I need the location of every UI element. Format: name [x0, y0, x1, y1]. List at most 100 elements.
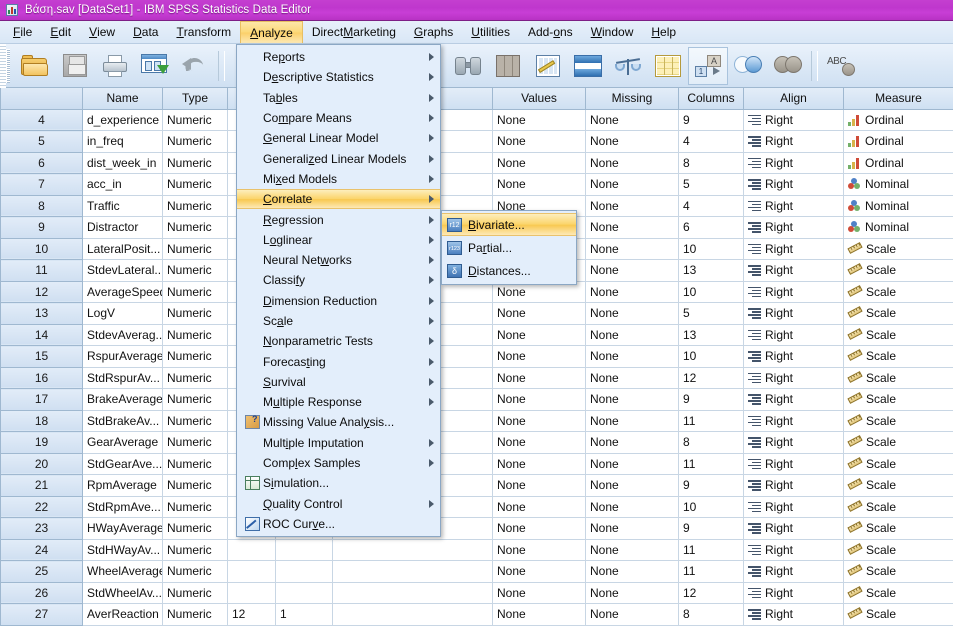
analyze-menu-item-classify[interactable]: Classify: [237, 270, 440, 290]
variable-columns-cell[interactable]: 9: [678, 109, 744, 131]
analyze-menu-item-multiple-response[interactable]: Multiple Response: [237, 392, 440, 412]
variable-name-cell[interactable]: AverReaction: [82, 603, 163, 626]
insert-variable-button[interactable]: [528, 47, 568, 85]
row-number-cell[interactable]: 25: [0, 560, 83, 583]
split-file-button[interactable]: [568, 47, 608, 85]
table-row[interactable]: 6 dist_week_in Numeric None None 8 Right Ordina…: [0, 151, 953, 174]
variable-measure-cell[interactable]: Scale: [843, 324, 953, 346]
variable-columns-cell[interactable]: 9: [678, 388, 744, 411]
variable-width-cell[interactable]: 12: [227, 603, 276, 626]
variable-columns-cell[interactable]: 13: [678, 259, 744, 282]
variable-label-cell[interactable]: [332, 582, 493, 604]
variable-align-cell[interactable]: Right: [743, 130, 844, 153]
variable-columns-cell[interactable]: 9: [678, 474, 744, 497]
row-number-cell[interactable]: 16: [0, 366, 83, 389]
variable-decimals-cell[interactable]: [275, 539, 333, 561]
analyze-dropdown-menu[interactable]: Reports Descriptive Statistics Tables Compa…: [236, 44, 441, 538]
variable-missing-cell[interactable]: None: [585, 281, 679, 303]
toolbar-grip[interactable]: [6, 48, 10, 83]
table-row[interactable]: 20 StdGearAve... Numeric None None 11 Right Sca…: [0, 452, 953, 475]
menu-graphs[interactable]: Graphs: [405, 21, 462, 43]
row-number-cell[interactable]: 14: [0, 323, 83, 346]
table-row[interactable]: 14 StdevAverag... Numeric None None 13 Right Sc…: [0, 323, 953, 346]
analyze-menu-item-quality-control[interactable]: Quality Control: [237, 494, 440, 514]
variable-name-cell[interactable]: BrakeAverage: [82, 388, 163, 411]
open-file-button[interactable]: [15, 47, 55, 85]
variable-columns-cell[interactable]: 4: [678, 195, 744, 217]
variable-type-cell[interactable]: Numeric: [162, 410, 228, 432]
variable-name-cell[interactable]: RspurAverage: [82, 345, 163, 368]
variable-missing-cell[interactable]: None: [585, 517, 679, 540]
use-variable-sets-button[interactable]: [728, 47, 768, 85]
variable-missing-cell[interactable]: None: [585, 302, 679, 325]
variable-values-cell[interactable]: None: [492, 474, 586, 497]
table-row[interactable]: 17 BrakeAverage Numeric None None 9 Right Scale: [0, 388, 953, 411]
variable-measure-cell[interactable]: Scale: [843, 517, 953, 540]
column-header-values[interactable]: Values: [492, 88, 586, 110]
variable-columns-cell[interactable]: 9: [678, 517, 744, 540]
variable-columns-cell[interactable]: 8: [678, 431, 744, 454]
variable-name-cell[interactable]: HWayAverage: [82, 517, 163, 540]
variable-align-cell[interactable]: Right: [743, 431, 844, 454]
variable-name-cell[interactable]: StdBrakeAv...: [82, 410, 163, 432]
variable-values-cell[interactable]: None: [492, 109, 586, 131]
value-labels-button[interactable]: [688, 46, 728, 85]
variable-align-cell[interactable]: Right: [743, 388, 844, 411]
variable-type-cell[interactable]: Numeric: [162, 367, 228, 389]
column-header-rownum[interactable]: [0, 88, 83, 110]
analyze-menu-item-roc-curve[interactable]: ROC Curve...: [237, 514, 440, 534]
column-header-type[interactable]: Type: [162, 88, 228, 110]
variable-align-cell[interactable]: Right: [743, 195, 844, 217]
variable-values-cell[interactable]: None: [492, 517, 586, 540]
variable-missing-cell[interactable]: None: [585, 474, 679, 497]
row-number-cell[interactable]: 4: [0, 108, 83, 131]
menu-file[interactable]: File: [4, 21, 41, 43]
analyze-menu-item-tables[interactable]: Tables: [237, 88, 440, 108]
variable-measure-cell[interactable]: Nominal: [843, 216, 953, 239]
row-number-cell[interactable]: 6: [0, 151, 83, 174]
table-row[interactable]: 13 LogV Numeric None None 5 Right Scale: [0, 302, 953, 325]
variable-values-cell[interactable]: None: [492, 560, 586, 583]
analyze-menu-item-forecasting[interactable]: Forecasting: [237, 351, 440, 371]
analyze-menu-item-scale[interactable]: Scale: [237, 311, 440, 331]
select-cases-button[interactable]: [648, 47, 688, 85]
table-row[interactable]: 16 StdRspurAv... Numeric None None 12 Right Sca…: [0, 366, 953, 389]
variable-align-cell[interactable]: Right: [743, 410, 844, 432]
variable-columns-cell[interactable]: 12: [678, 582, 744, 604]
variable-type-cell[interactable]: Numeric: [162, 560, 228, 583]
row-number-cell[interactable]: 11: [0, 259, 83, 282]
menu-edit[interactable]: Edit: [41, 21, 80, 43]
variable-name-cell[interactable]: StdRspurAv...: [82, 367, 163, 389]
menu-analyze[interactable]: Analyze: [240, 21, 303, 43]
variable-missing-cell[interactable]: None: [585, 453, 679, 475]
variable-values-cell[interactable]: None: [492, 367, 586, 389]
table-row[interactable]: 25 WheelAverage Numeric None None 11 Right Scal…: [0, 560, 953, 583]
variable-align-cell[interactable]: Right: [743, 109, 844, 131]
variable-type-cell[interactable]: Numeric: [162, 195, 228, 217]
correlate-submenu-item-partial[interactable]: Partial...: [442, 236, 576, 259]
variable-columns-cell[interactable]: 10: [678, 496, 744, 518]
variable-columns-cell[interactable]: 5: [678, 173, 744, 196]
table-row[interactable]: 24 StdHWayAv... Numeric None None 11 Right Scal…: [0, 538, 953, 561]
variable-measure-cell[interactable]: Nominal: [843, 195, 953, 217]
analyze-menu-item-loglinear[interactable]: Loglinear: [237, 230, 440, 250]
variable-missing-cell[interactable]: None: [585, 410, 679, 432]
analyze-menu-item-correlate[interactable]: Correlate: [237, 189, 440, 210]
variable-missing-cell[interactable]: None: [585, 324, 679, 346]
variable-type-cell[interactable]: Numeric: [162, 281, 228, 303]
variable-type-cell[interactable]: Numeric: [162, 517, 228, 540]
variable-name-cell[interactable]: Distractor: [82, 216, 163, 239]
variable-values-cell[interactable]: None: [492, 173, 586, 196]
correlate-submenu-item-bivariate[interactable]: Bivariate...: [442, 213, 576, 236]
variable-name-cell[interactable]: in_freq: [82, 130, 163, 153]
variable-type-cell[interactable]: Numeric: [162, 152, 228, 174]
variable-columns-cell[interactable]: 10: [678, 345, 744, 368]
variable-measure-cell[interactable]: Nominal: [843, 173, 953, 196]
variable-type-cell[interactable]: Numeric: [162, 431, 228, 454]
variable-measure-cell[interactable]: Scale: [843, 345, 953, 368]
table-row[interactable]: 22 StdRpmAve... Numeric None None 10 Right Scal…: [0, 495, 953, 518]
analyze-menu-item-complex-samples[interactable]: Complex Samples: [237, 453, 440, 473]
menu-direct-marketing[interactable]: Direct Marketing: [303, 21, 405, 43]
variable-name-cell[interactable]: StdWheelAv...: [82, 582, 163, 604]
variable-name-cell[interactable]: RpmAverage: [82, 474, 163, 497]
